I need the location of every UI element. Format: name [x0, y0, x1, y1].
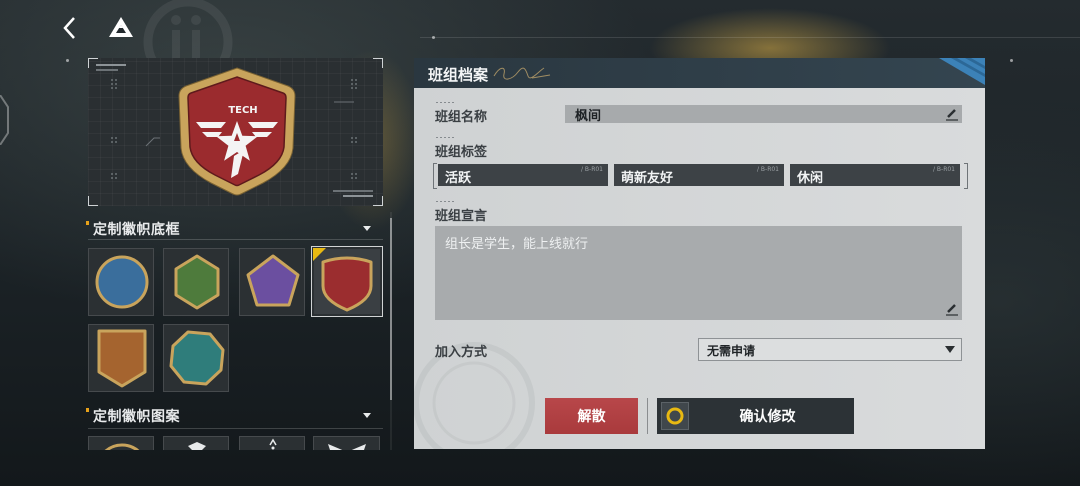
frame-section-title[interactable]: 定制徽帜底框 — [93, 219, 180, 239]
tag-label: 萌新友好 — [621, 171, 674, 186]
pattern-option[interactable] — [88, 436, 154, 450]
emblem-preview: TECH — [87, 57, 384, 207]
corner-dot — [66, 59, 69, 62]
section-marker — [86, 408, 89, 412]
triangle-logo-icon[interactable] — [108, 16, 134, 38]
squad-declaration-textarea[interactable]: 组长是学生，能上线就行 — [435, 226, 962, 320]
frame-option-octagon[interactable] — [163, 324, 229, 392]
tags-bracket-left — [433, 163, 437, 189]
hexagon-frame-icon — [174, 254, 220, 310]
caret-down-icon — [945, 346, 955, 353]
pattern-section-title[interactable]: 定制徽帜图案 — [93, 406, 180, 426]
signature-scribble — [493, 67, 551, 80]
circle-frame-icon — [95, 255, 149, 309]
squad-tags-label: 班组标签 — [435, 145, 488, 160]
label-decoration — [436, 201, 454, 202]
pencil-icon[interactable] — [945, 107, 959, 121]
scrollbar-thumb[interactable] — [390, 218, 392, 400]
chevron-pattern-icon — [328, 444, 366, 450]
pattern-options-row — [88, 434, 384, 450]
squad-profile-panel: 班组档案 班组名称 班组标签 活跃 / B-R01 萌新友好 / B-R01 休… — [414, 58, 985, 449]
frame-option-shield[interactable] — [311, 246, 383, 317]
tag-chip[interactable]: 休闲 / B-R01 — [790, 164, 960, 186]
confirm-icon-box — [661, 402, 689, 430]
pattern-option[interactable] — [239, 436, 305, 450]
wing-pattern-icon — [188, 442, 206, 450]
corner-dot — [432, 36, 435, 39]
join-method-dropdown[interactable]: 无需申请 — [698, 338, 962, 361]
pattern-option[interactable] — [163, 436, 229, 450]
frame-option-hexagon[interactable] — [163, 248, 229, 316]
frame-option-pentagon[interactable] — [239, 248, 305, 316]
arrow-pattern-icon — [269, 438, 277, 450]
join-method-label: 加入方式 — [435, 345, 488, 360]
frame-option-circle[interactable] — [88, 248, 154, 316]
confirm-button-label: 确认修改 — [739, 409, 796, 425]
corner-dot — [1010, 59, 1013, 62]
label-decoration — [436, 102, 454, 103]
tag-label: 活跃 — [445, 171, 472, 186]
tag-chip[interactable]: 萌新友好 / B-R01 — [614, 164, 784, 186]
side-hexagon-edge — [0, 95, 9, 145]
chevron-left-icon[interactable] — [62, 16, 78, 40]
panel-header: 班组档案 — [414, 58, 985, 88]
tag-chip[interactable]: 活跃 / B-R01 — [438, 164, 608, 186]
section-marker — [86, 221, 89, 225]
confirm-button[interactable]: 确认修改 — [657, 398, 854, 434]
octagon-frame-icon — [169, 330, 225, 386]
corner-stripes — [939, 58, 985, 85]
squad-name-input[interactable] — [565, 105, 962, 123]
section-divider — [88, 428, 383, 429]
emblem-text: TECH — [228, 105, 257, 116]
tag-code: / B-R01 — [932, 166, 955, 173]
dissolve-button[interactable]: 解散 — [545, 398, 638, 434]
tag-code: / B-R01 — [756, 166, 779, 173]
button-separator — [647, 398, 648, 434]
pentagon-frame-icon — [246, 254, 300, 307]
pattern-option[interactable] — [313, 436, 380, 450]
section-divider — [88, 239, 383, 240]
tag-label: 休闲 — [797, 171, 824, 186]
ring-pattern-icon — [104, 443, 140, 450]
tags-bracket-right — [964, 163, 968, 189]
squad-declaration-label: 班组宣言 — [435, 209, 488, 224]
emblem-preview-graphic: TECH — [87, 57, 384, 207]
tag-code: / B-R01 — [580, 166, 603, 173]
caret-down-icon[interactable] — [363, 226, 371, 231]
top-divider — [420, 37, 1080, 38]
selected-corner-marker — [313, 248, 326, 261]
pencil-icon[interactable] — [945, 302, 959, 316]
squad-name-label: 班组名称 — [435, 110, 488, 125]
panel-title: 班组档案 — [428, 66, 489, 84]
ring-icon — [666, 407, 684, 425]
label-decoration — [436, 137, 454, 138]
join-method-value: 无需申请 — [707, 344, 756, 358]
frame-option-banner[interactable] — [88, 324, 154, 392]
caret-down-icon[interactable] — [363, 413, 371, 418]
banner-frame-icon — [97, 329, 147, 388]
